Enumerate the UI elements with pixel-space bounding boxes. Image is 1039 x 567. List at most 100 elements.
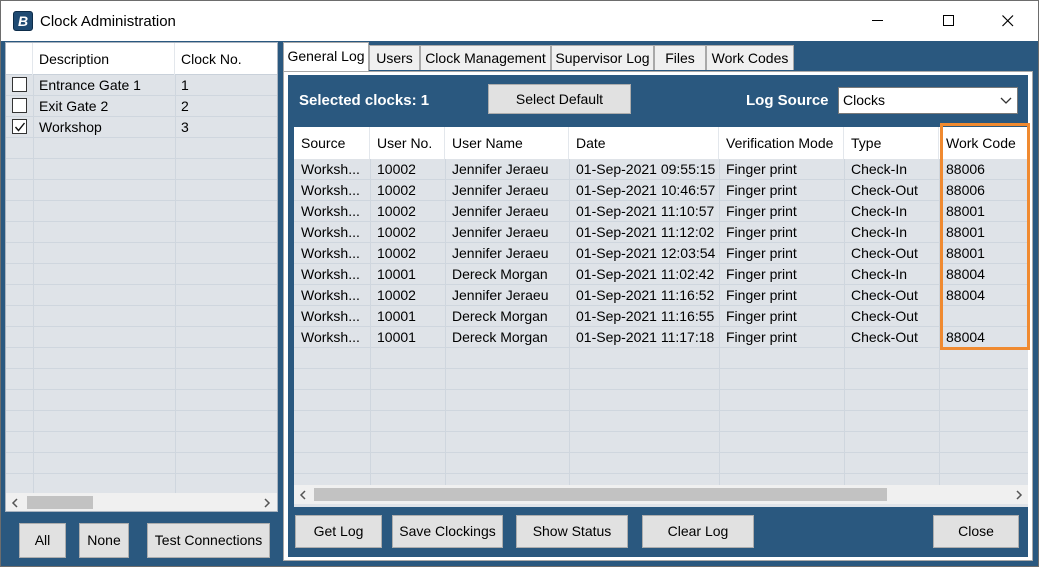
log-user-name-cell: Jennifer Jeraeu [452, 245, 549, 261]
log-row[interactable]: Worksh... 10001 Dereck Morgan 01-Sep-2021 1… [294, 306, 1028, 327]
log-grid-horizontal-scrollbar[interactable] [294, 485, 1028, 504]
user-name-column-header[interactable]: User Name [445, 127, 569, 159]
user-no-column-header[interactable]: User No. [370, 127, 445, 159]
log-grid-header: Source User No. User Name Date Verificat… [294, 127, 1028, 159]
log-row[interactable]: Worksh... 10002 Jennifer Jeraeu 01-Sep-2021… [294, 243, 1028, 264]
log-source-cell: Worksh... [301, 329, 360, 345]
log-user-name-cell: Jennifer Jeraeu [452, 287, 549, 303]
clock-row[interactable] [6, 327, 277, 348]
clock-row[interactable] [6, 390, 277, 411]
clock-row[interactable] [6, 432, 277, 453]
log-type-cell: Check-Out [851, 245, 918, 261]
clock-row[interactable] [6, 138, 277, 159]
log-user-no-cell: 10002 [377, 161, 416, 177]
clock-list[interactable]: Description Clock No. Entrance Gate 1 1 Ex… [5, 42, 278, 512]
verification-mode-column-header[interactable]: Verification Mode [719, 127, 844, 159]
title-bar[interactable]: B Clock Administration [1, 1, 1038, 41]
log-row[interactable]: Worksh... 10002 Jennifer Jeraeu 01-Sep-2021… [294, 159, 1028, 180]
log-verification-mode-cell: Finger print [726, 161, 797, 177]
log-row[interactable]: Worksh... 10001 Dereck Morgan 01-Sep-2021 1… [294, 327, 1028, 348]
show-status-button[interactable]: Show Status [516, 515, 628, 548]
log-row[interactable] [294, 453, 1028, 474]
clock-row[interactable] [6, 285, 277, 306]
clock-row[interactable] [6, 222, 277, 243]
log-user-no-cell: 10002 [377, 224, 416, 240]
minimize-button[interactable] [855, 1, 901, 41]
clock-row[interactable] [6, 159, 277, 180]
clock-no-column-header[interactable]: Clock No. [175, 43, 277, 75]
log-source-value: Clocks [843, 92, 886, 108]
tab-files[interactable]: Files [654, 45, 706, 70]
log-user-name-cell: Dereck Morgan [452, 329, 548, 345]
select-default-button[interactable]: Select Default [488, 84, 631, 114]
log-type-cell: Check-In [851, 266, 908, 282]
log-user-name-cell: Dereck Morgan [452, 266, 548, 282]
log-row[interactable] [294, 411, 1028, 432]
description-column-header[interactable]: Description [33, 43, 175, 75]
clear-log-button[interactable]: Clear Log [642, 515, 754, 548]
log-row[interactable]: Worksh... 10002 Jennifer Jeraeu 01-Sep-2021… [294, 201, 1028, 222]
log-row[interactable] [294, 348, 1028, 369]
clock-list-header: Description Clock No. [6, 43, 277, 75]
clock-row[interactable] [6, 348, 277, 369]
clock-row[interactable] [6, 243, 277, 264]
log-user-no-cell: 10002 [377, 287, 416, 303]
date-column-header[interactable]: Date [569, 127, 719, 159]
select-all-button[interactable]: All [19, 523, 66, 558]
clock-checkbox[interactable] [12, 98, 27, 113]
tab-clock-management[interactable]: Clock Management [420, 45, 551, 70]
get-log-button[interactable]: Get Log [295, 515, 382, 548]
log-row[interactable]: Worksh... 10002 Jennifer Jeraeu 01-Sep-2021… [294, 222, 1028, 243]
scrollbar-thumb[interactable] [27, 496, 93, 509]
clock-row[interactable] [6, 180, 277, 201]
log-source-cell: Worksh... [301, 266, 360, 282]
select-none-button[interactable]: None [79, 523, 129, 558]
log-verification-mode-cell: Finger print [726, 308, 797, 324]
maximize-button[interactable] [926, 1, 972, 41]
scrollbar-thumb[interactable] [314, 488, 887, 501]
clock-row[interactable] [6, 264, 277, 285]
log-row[interactable] [294, 369, 1028, 390]
scroll-right-icon[interactable] [1010, 485, 1027, 504]
log-date-cell: 01-Sep-2021 11:17:18 [576, 329, 715, 345]
clock-row[interactable] [6, 306, 277, 327]
log-row[interactable]: Worksh... 10002 Jennifer Jeraeu 01-Sep-2021… [294, 180, 1028, 201]
log-verification-mode-cell: Finger print [726, 266, 797, 282]
scroll-left-icon[interactable] [294, 485, 311, 504]
clock-row[interactable]: Exit Gate 2 2 [6, 96, 277, 117]
log-row[interactable] [294, 432, 1028, 453]
clock-description: Workshop [39, 119, 102, 135]
clock-row[interactable] [6, 369, 277, 390]
log-grid[interactable]: Source User No. User Name Date Verificat… [294, 127, 1028, 507]
tab-general-log[interactable]: General Log [283, 42, 369, 72]
save-clockings-button[interactable]: Save Clockings [392, 515, 503, 548]
type-column-header[interactable]: Type [844, 127, 939, 159]
chevron-down-icon [1000, 97, 1012, 104]
log-date-cell: 01-Sep-2021 11:02:42 [576, 266, 715, 282]
clock-checkbox[interactable] [12, 77, 27, 92]
clock-row[interactable] [6, 201, 277, 222]
close-window-button[interactable] [985, 1, 1031, 41]
scroll-right-icon[interactable] [258, 493, 275, 511]
tab-users[interactable]: Users [369, 45, 420, 70]
tab-work-codes[interactable]: Work Codes [706, 45, 794, 70]
close-button[interactable]: Close [933, 515, 1019, 548]
log-user-no-cell: 10002 [377, 245, 416, 261]
log-row[interactable]: Worksh... 10002 Jennifer Jeraeu 01-Sep-2021… [294, 285, 1028, 306]
source-column-header[interactable]: Source [294, 127, 370, 159]
clock-checkbox[interactable] [12, 119, 27, 134]
log-row[interactable] [294, 390, 1028, 411]
log-source-dropdown[interactable]: Clocks [838, 87, 1018, 114]
clock-row[interactable]: Workshop 3 [6, 117, 277, 138]
log-source-cell: Worksh... [301, 182, 360, 198]
clock-number: 2 [181, 98, 189, 114]
clock-list-horizontal-scrollbar[interactable] [6, 493, 277, 511]
test-connections-button[interactable]: Test Connections [147, 523, 270, 558]
log-row[interactable]: Worksh... 10001 Dereck Morgan 01-Sep-2021 1… [294, 264, 1028, 285]
tab-supervisor-log[interactable]: Supervisor Log [551, 45, 654, 70]
scroll-left-icon[interactable] [6, 493, 23, 511]
clock-row[interactable] [6, 453, 277, 474]
clock-row[interactable]: Entrance Gate 1 1 [6, 75, 277, 96]
clock-row[interactable] [6, 411, 277, 432]
log-user-no-cell: 10002 [377, 182, 416, 198]
